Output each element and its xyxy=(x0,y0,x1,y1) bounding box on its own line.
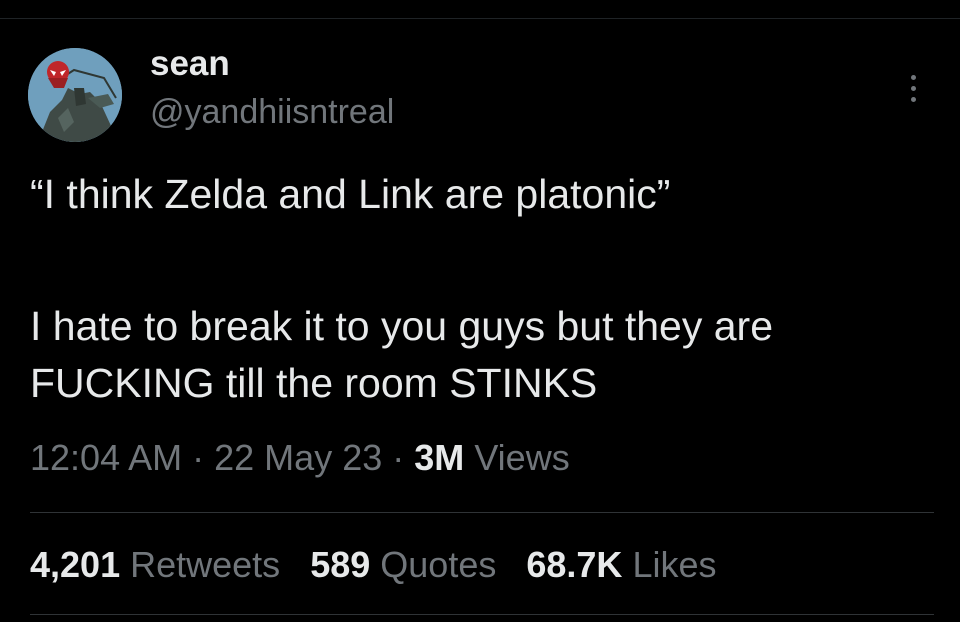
tweet-date[interactable]: 22 May 23 xyxy=(214,437,382,478)
more-dots-vertical-icon xyxy=(910,74,916,80)
more-options-button[interactable] xyxy=(896,66,930,110)
more-dots-vertical-icon xyxy=(910,85,916,91)
views-count: 3M xyxy=(414,437,465,478)
divider xyxy=(30,512,934,513)
tweet-text-line: FUCKING till the room STINKS xyxy=(30,360,598,406)
user-handle[interactable]: @yandhiisntreal xyxy=(150,89,394,135)
meta-separator: · xyxy=(192,437,205,478)
likes-count: 68.7K xyxy=(526,544,623,585)
tweet-text-line: “I think Zelda and Link are platonic” xyxy=(30,171,671,217)
views-label: Views xyxy=(474,437,570,478)
tweet-meta: 12:04 AM · 22 May 23 · 3M Views xyxy=(30,433,570,483)
retweets-stat[interactable]: 4,201 Retweets xyxy=(30,540,280,590)
spider-man-avatar-icon xyxy=(28,48,122,142)
engagement-stats: 4,201 Retweets 589 Quotes 68.7K Likes xyxy=(30,540,747,590)
tweet-text-line: I hate to break it to you guys but they … xyxy=(30,303,774,349)
tweet-time[interactable]: 12:04 AM xyxy=(30,437,182,478)
quotes-stat[interactable]: 589 Quotes xyxy=(310,540,496,590)
likes-stat[interactable]: 68.7K Likes xyxy=(526,540,716,590)
quotes-label: Quotes xyxy=(380,544,497,585)
retweets-label: Retweets xyxy=(130,544,281,585)
avatar[interactable] xyxy=(28,48,122,142)
display-name[interactable]: sean xyxy=(150,40,230,88)
top-divider xyxy=(0,18,960,19)
likes-label: Likes xyxy=(632,544,717,585)
meta-separator: · xyxy=(392,437,405,478)
quotes-count: 589 xyxy=(310,544,371,585)
retweets-count: 4,201 xyxy=(30,544,121,585)
more-dots-vertical-icon xyxy=(910,96,916,102)
divider xyxy=(30,614,934,615)
